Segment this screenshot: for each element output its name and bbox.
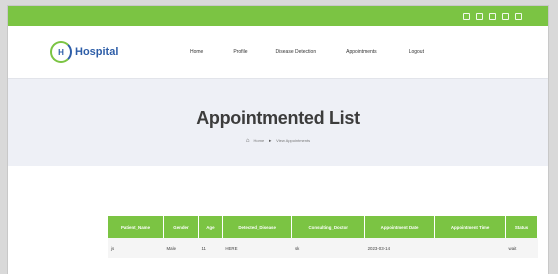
social-icon[interactable] (515, 12, 522, 20)
main-nav: Home Profile Disease Detection Appointme… (190, 49, 424, 55)
social-icon[interactable] (502, 12, 509, 20)
column-header: Appointment Time (434, 216, 507, 238)
page-header: Appointmented List ⌂ Home ► View Appoint… (8, 78, 548, 166)
column-header: Consulting_Doctor (291, 216, 366, 238)
browser-page: H Hospital Home Profile Disease Detectio… (8, 6, 548, 274)
column-header: Gender (163, 216, 199, 238)
nav-logout-link[interactable]: Logout (409, 49, 424, 55)
column-header: Age (198, 216, 223, 238)
cell-appointment-date: 2023-03-14 (364, 238, 435, 258)
column-header: Status (505, 216, 538, 238)
logo-text: Hospital (75, 46, 119, 58)
cell-gender: Male (163, 238, 199, 258)
home-icon[interactable]: ⌂ (246, 138, 250, 144)
appointments-table: Patient_Name Gender Age Detected_Disease… (108, 216, 538, 258)
nav-profile-link[interactable]: Profile (233, 49, 247, 55)
hospital-logo-icon: H (50, 41, 72, 63)
social-icon[interactable] (476, 12, 483, 20)
cell-appointment-time (434, 238, 506, 258)
cell-age: 11 (198, 238, 223, 258)
social-icon[interactable] (463, 12, 470, 20)
breadcrumb-current: View Appointments (276, 138, 311, 143)
column-header: Patient_Name (108, 216, 164, 238)
breadcrumb: ⌂ Home ► View Appointments (246, 138, 310, 144)
navbar: H Hospital Home Profile Disease Detectio… (8, 26, 548, 78)
nav-home-link[interactable]: Home (190, 49, 203, 55)
cell-patient-name: js (108, 238, 164, 258)
table-header-row: Patient_Name Gender Age Detected_Disease… (108, 216, 538, 238)
cell-consulting-doctor: sk (291, 238, 365, 258)
nav-disease-detection-link[interactable]: Disease Detection (276, 49, 317, 55)
column-header: Detected_Disease (222, 216, 293, 238)
breadcrumb-home-link[interactable]: Home (254, 138, 265, 143)
cell-status: wait (505, 238, 538, 258)
social-icon[interactable] (489, 12, 496, 20)
table-row: js Male 11 HERE sk 2023-03-14 wait (108, 238, 538, 258)
breadcrumb-arrow-icon: ► (268, 138, 273, 143)
nav-appointments-link[interactable]: Appointments (346, 49, 377, 55)
content-area: Patient_Name Gender Age Detected_Disease… (8, 166, 548, 274)
top-social-bar (8, 6, 548, 26)
column-header: Appointment Date (364, 216, 436, 238)
page-title: Appointmented List (196, 107, 360, 128)
hospital-logo[interactable]: H Hospital (50, 41, 170, 63)
cell-detected-disease: HERE (222, 238, 292, 258)
